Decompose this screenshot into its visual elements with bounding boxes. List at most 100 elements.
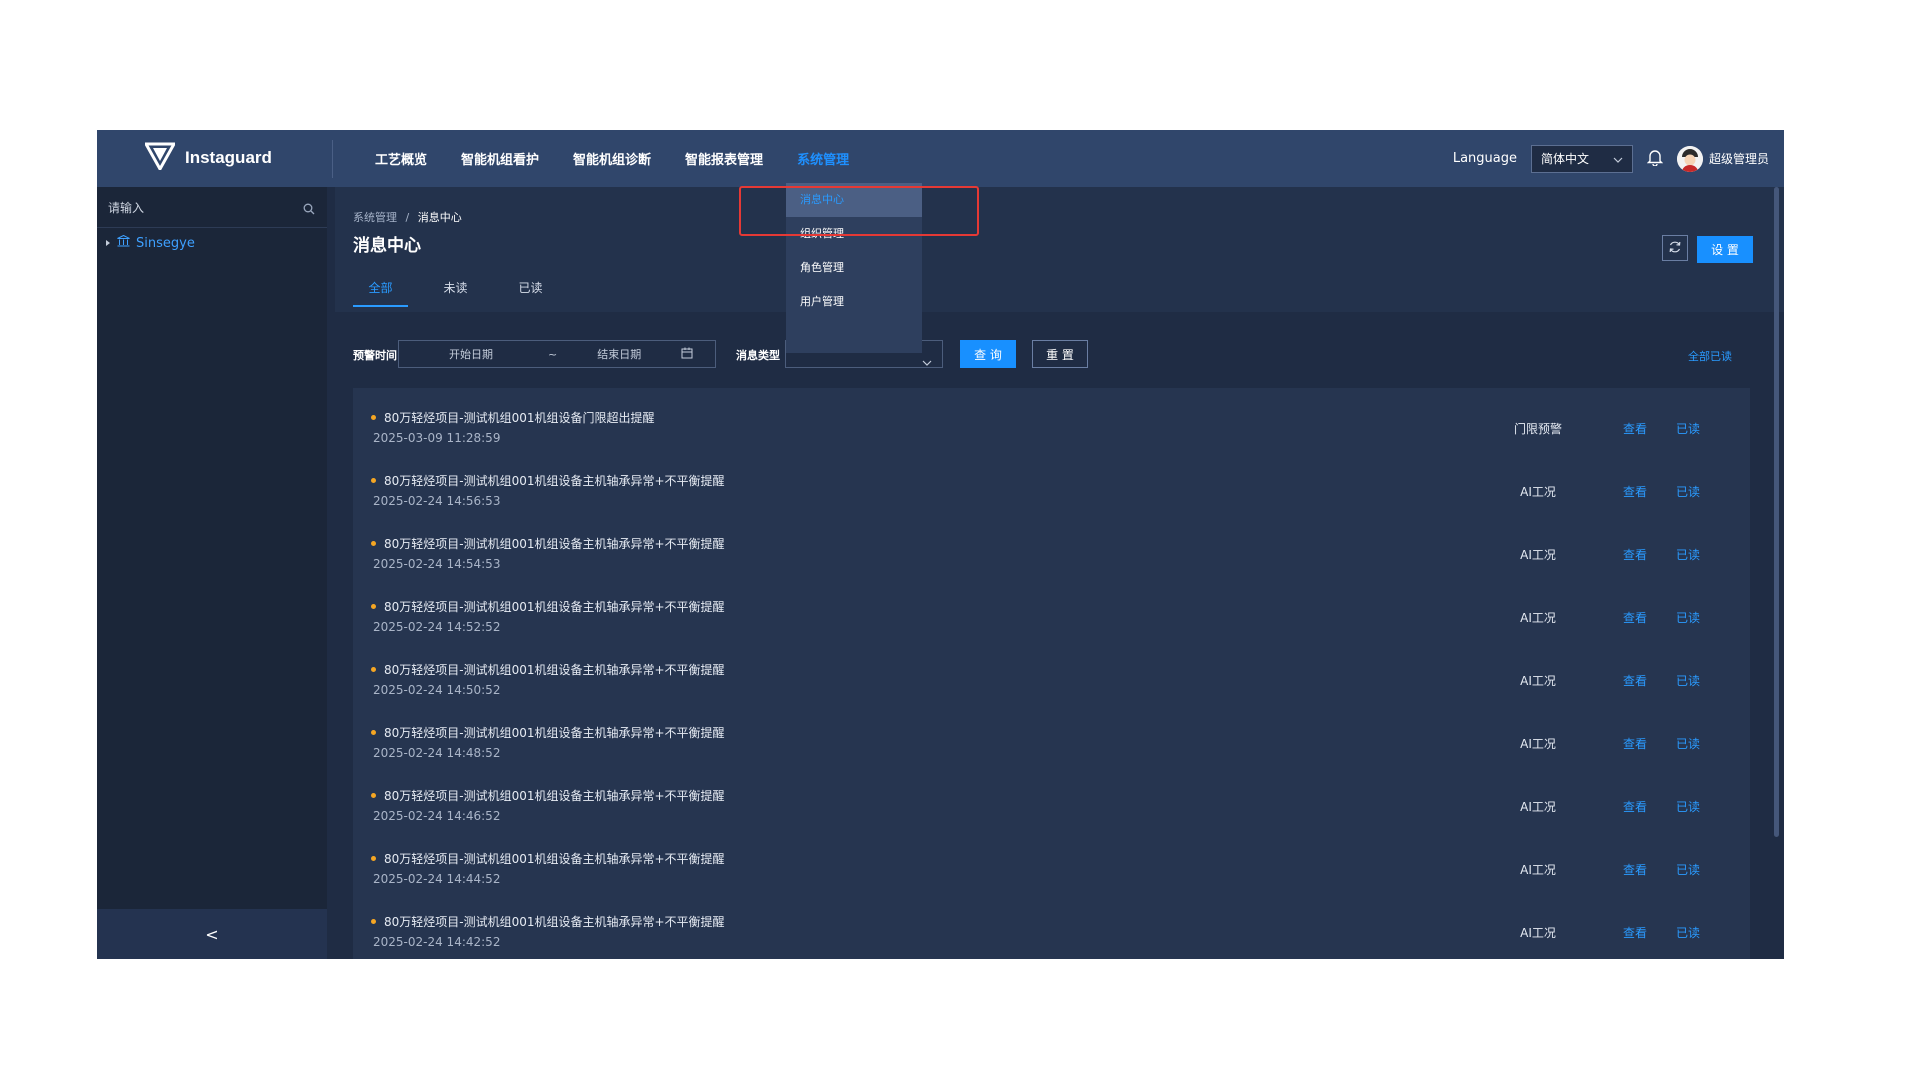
search-icon[interactable] xyxy=(303,200,315,219)
message-type: AI工况 xyxy=(1520,611,1556,625)
unread-dot xyxy=(371,793,376,798)
tree-arrow-icon[interactable] xyxy=(105,236,111,251)
list-item: 80万轻烃项目-测试机组001机组设备主机轴承异常+不平衡提醒 2025-02-… xyxy=(353,645,1750,708)
message-title[interactable]: 80万轻烃项目-测试机组001机组设备主机轴承异常+不平衡提醒 xyxy=(371,787,725,804)
list-item: 80万轻烃项目-测试机组001机组设备主机轴承异常+不平衡提醒 2025-02-… xyxy=(353,708,1750,771)
refresh-icon xyxy=(1668,239,1682,258)
message-title[interactable]: 80万轻烃项目-测试机组001机组设备主机轴承异常+不平衡提醒 xyxy=(371,724,725,741)
message-title[interactable]: 80万轻烃项目-测试机组001机组设备主机轴承异常+不平衡提醒 xyxy=(371,472,725,489)
message-title-text: 80万轻烃项目-测试机组001机组设备门限超出提醒 xyxy=(384,411,655,425)
dropdown-item-users[interactable]: 用户管理 xyxy=(786,285,922,319)
message-title[interactable]: 80万轻烃项目-测试机组001机组设备主机轴承异常+不平衡提醒 xyxy=(371,661,725,678)
reset-button[interactable]: 重 置 xyxy=(1032,340,1088,368)
message-title-text: 80万轻烃项目-测试机组001机组设备主机轴承异常+不平衡提醒 xyxy=(384,474,725,488)
tab-read[interactable]: 已读 xyxy=(493,277,568,305)
message-time: 2025-02-24 14:54:53 xyxy=(373,557,501,571)
tab-all[interactable]: 全部 xyxy=(353,277,408,307)
view-link[interactable]: 查看 xyxy=(1623,420,1647,437)
mark-read-link[interactable]: 已读 xyxy=(1676,609,1700,626)
message-title-text: 80万轻烃项目-测试机组001机组设备主机轴承异常+不平衡提醒 xyxy=(384,600,725,614)
view-link[interactable]: 查看 xyxy=(1623,483,1647,500)
message-type: AI工况 xyxy=(1520,926,1556,940)
logo-divider xyxy=(332,140,333,178)
mark-read-link[interactable]: 已读 xyxy=(1676,546,1700,563)
message-title[interactable]: 80万轻烃项目-测试机组001机组设备主机轴承异常+不平衡提醒 xyxy=(371,850,725,867)
page-scrollbar[interactable] xyxy=(1774,187,1779,837)
message-type: AI工况 xyxy=(1520,548,1556,562)
language-value: 简体中文 xyxy=(1540,152,1589,166)
nav-item-unit-care[interactable]: 智能机组看护 xyxy=(461,149,539,168)
main-nav: 工艺概览 智能机组看护 智能机组诊断 智能报表管理 系统管理 xyxy=(375,130,849,187)
nav-item-process-overview[interactable]: 工艺概览 xyxy=(375,149,427,168)
top-bar: Instaguard 工艺概览 智能机组看护 智能机组诊断 智能报表管理 系统管… xyxy=(97,130,1784,187)
dropdown-item-roles[interactable]: 角色管理 xyxy=(786,251,922,285)
view-link[interactable]: 查看 xyxy=(1623,609,1647,626)
list-item: 80万轻烃项目-测试机组001机组设备主机轴承异常+不平衡提醒 2025-02-… xyxy=(353,519,1750,582)
message-type: AI工况 xyxy=(1520,800,1556,814)
message-title[interactable]: 80万轻烃项目-测试机组001机组设备主机轴承异常+不平衡提醒 xyxy=(371,598,725,615)
message-type-label: 消息类型 xyxy=(736,349,780,362)
sidebar-collapse-button[interactable]: < xyxy=(97,909,327,959)
message-type: AI工况 xyxy=(1520,863,1556,877)
nav-item-system-management[interactable]: 系统管理 xyxy=(797,149,849,168)
bell-icon[interactable] xyxy=(1646,148,1664,170)
sidebar-search xyxy=(97,187,327,229)
tree-item-label: Sinsegye xyxy=(136,235,195,251)
avatar[interactable] xyxy=(1676,145,1703,172)
nav-item-unit-diagnosis[interactable]: 智能机组诊断 xyxy=(573,149,651,168)
refresh-button[interactable] xyxy=(1662,235,1688,261)
message-title[interactable]: 80万轻烃项目-测试机组001机组设备门限超出提醒 xyxy=(371,409,655,426)
mark-all-read-link[interactable]: 全部已读 xyxy=(1688,348,1732,364)
unread-dot xyxy=(371,541,376,546)
mark-read-link[interactable]: 已读 xyxy=(1676,420,1700,437)
unread-dot xyxy=(371,919,376,924)
mark-read-link[interactable]: 已读 xyxy=(1676,735,1700,752)
mark-read-link[interactable]: 已读 xyxy=(1676,483,1700,500)
logo-icon xyxy=(143,142,177,174)
view-link[interactable]: 查看 xyxy=(1623,546,1647,563)
user-name[interactable]: 超级管理员 xyxy=(1709,150,1769,167)
message-title[interactable]: 80万轻烃项目-测试机组001机组设备主机轴承异常+不平衡提醒 xyxy=(371,913,725,930)
mark-read-link[interactable]: 已读 xyxy=(1676,861,1700,878)
unread-dot xyxy=(371,478,376,483)
view-link[interactable]: 查看 xyxy=(1623,672,1647,689)
message-time: 2025-02-24 14:44:52 xyxy=(373,872,501,886)
unread-dot xyxy=(371,856,376,861)
end-date-input[interactable]: 结束日期 xyxy=(597,346,641,362)
tab-unread[interactable]: 未读 xyxy=(418,277,493,305)
view-link[interactable]: 查看 xyxy=(1623,861,1647,878)
query-button[interactable]: 查 询 xyxy=(960,340,1016,368)
message-time: 2025-02-24 14:56:53 xyxy=(373,494,501,508)
message-type: AI工况 xyxy=(1520,485,1556,499)
mark-read-link[interactable]: 已读 xyxy=(1676,798,1700,815)
message-time: 2025-02-24 14:46:52 xyxy=(373,809,501,823)
nav-item-report-management[interactable]: 智能报表管理 xyxy=(685,149,763,168)
message-time: 2025-03-09 11:28:59 xyxy=(373,431,501,445)
view-link[interactable]: 查看 xyxy=(1623,924,1647,941)
message-time: 2025-02-24 14:52:52 xyxy=(373,620,501,634)
start-date-input[interactable]: 开始日期 xyxy=(449,346,493,362)
view-link[interactable]: 查看 xyxy=(1623,735,1647,752)
message-title-text: 80万轻烃项目-测试机组001机组设备主机轴承异常+不平衡提醒 xyxy=(384,915,725,929)
app-window: Instaguard 工艺概览 智能机组看护 智能机组诊断 智能报表管理 系统管… xyxy=(97,130,1784,959)
sidebar-search-input[interactable] xyxy=(106,187,295,229)
message-time: 2025-02-24 14:48:52 xyxy=(373,746,501,760)
language-select[interactable]: 简体中文 xyxy=(1530,144,1633,173)
building-icon xyxy=(117,234,130,251)
mark-read-link[interactable]: 已读 xyxy=(1676,924,1700,941)
message-title-text: 80万轻烃项目-测试机组001机组设备主机轴承异常+不平衡提醒 xyxy=(384,852,725,866)
message-title[interactable]: 80万轻烃项目-测试机组001机组设备主机轴承异常+不平衡提醒 xyxy=(371,535,725,552)
brand-name: Instaguard xyxy=(185,148,272,167)
message-tabs: 全部 未读 已读 xyxy=(353,277,568,307)
date-range-picker[interactable]: 开始日期 ~ 结束日期 xyxy=(398,340,716,368)
list-item: 80万轻烃项目-测试机组001机组设备主机轴承异常+不平衡提醒 2025-02-… xyxy=(353,897,1750,959)
mark-read-link[interactable]: 已读 xyxy=(1676,672,1700,689)
alert-time-label: 预警时间 xyxy=(353,349,397,362)
breadcrumb-parent[interactable]: 系统管理 xyxy=(353,211,397,224)
unread-dot xyxy=(371,415,376,420)
breadcrumb: 系统管理 / 消息中心 xyxy=(353,209,462,225)
brand-logo[interactable]: Instaguard xyxy=(143,142,272,174)
tree-item-sinsegye[interactable]: Sinsegye xyxy=(105,234,195,251)
settings-button[interactable]: 设 置 xyxy=(1697,236,1753,263)
view-link[interactable]: 查看 xyxy=(1623,798,1647,815)
